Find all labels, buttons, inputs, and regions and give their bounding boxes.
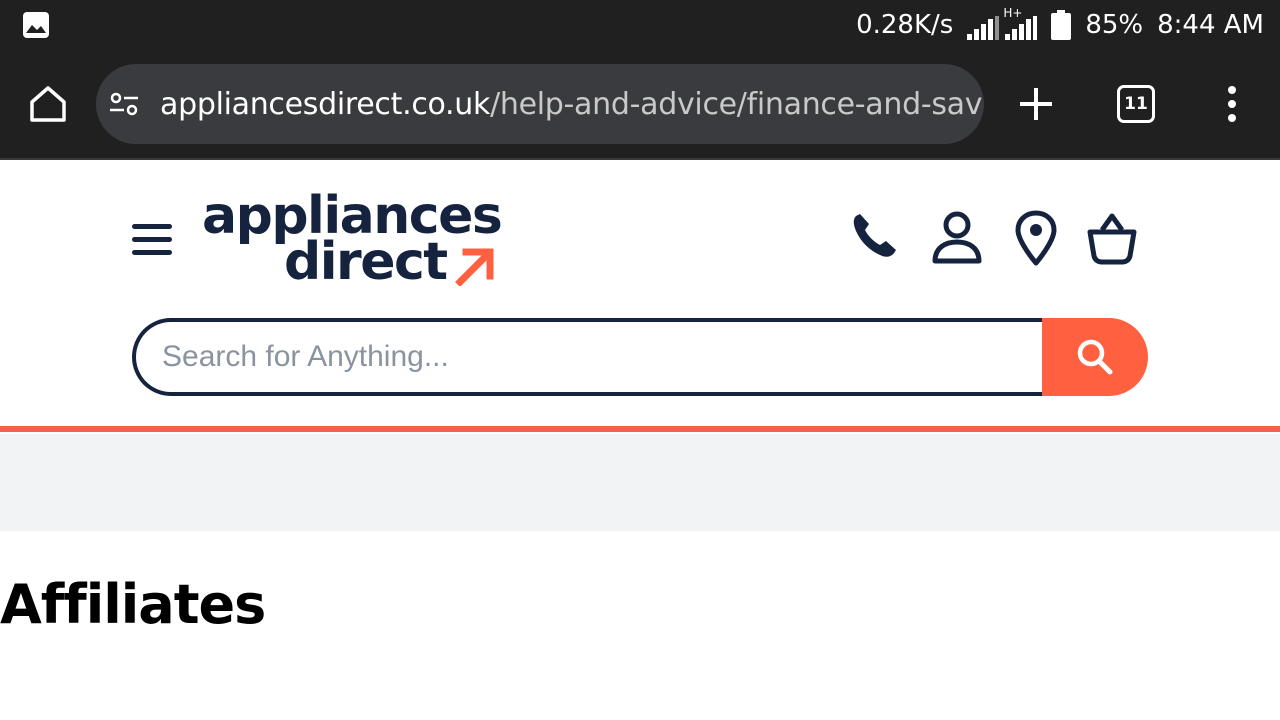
logo-text-direct: direct [284,232,448,292]
signal-icon: H+ [967,6,1038,40]
phone-icon[interactable] [850,210,900,260]
site-logo[interactable]: appliances direct [200,190,503,292]
tab-count: 11 [1124,94,1148,114]
search-button[interactable] [1042,318,1148,396]
clock: 8:44 AM [1157,10,1264,40]
network-speed: 0.28K/s [856,10,954,40]
header-accent-divider [0,426,1280,432]
url-text: appliancesdirect.co.uk/help-and-advice/f… [160,87,984,122]
account-icon[interactable] [930,210,984,264]
battery-icon [1051,10,1072,40]
tabs-icon[interactable]: 11 [1117,85,1155,123]
url-path: /help-and-advice/finance-and-savi [490,86,984,122]
site-settings-icon[interactable] [108,88,140,120]
breadcrumb-band [0,434,1280,531]
basket-icon[interactable] [1086,210,1138,266]
browser-toolbar: appliancesdirect.co.uk/help-and-advice/f… [0,50,1280,160]
plus-icon[interactable] [1016,84,1056,124]
status-bar: 0.28K/s H+ 85% 8:44 AM [0,0,1280,50]
search-bar [132,318,1148,396]
search-icon [1077,339,1113,375]
menu-icon[interactable] [132,222,172,256]
more-vert-icon[interactable] [1220,84,1244,124]
logo-arrow-icon [455,248,494,286]
home-icon[interactable] [26,82,70,126]
battery-percentage: 85% [1085,10,1144,40]
url-host: appliancesdirect.co.uk [160,86,491,122]
location-icon[interactable] [1014,210,1058,266]
search-input[interactable] [132,318,1046,396]
site-header: appliances direct [0,162,1280,432]
address-bar[interactable]: appliancesdirect.co.uk/help-and-advice/f… [96,64,984,144]
gallery-icon [23,12,49,38]
page-title: Affiliates [0,573,266,636]
